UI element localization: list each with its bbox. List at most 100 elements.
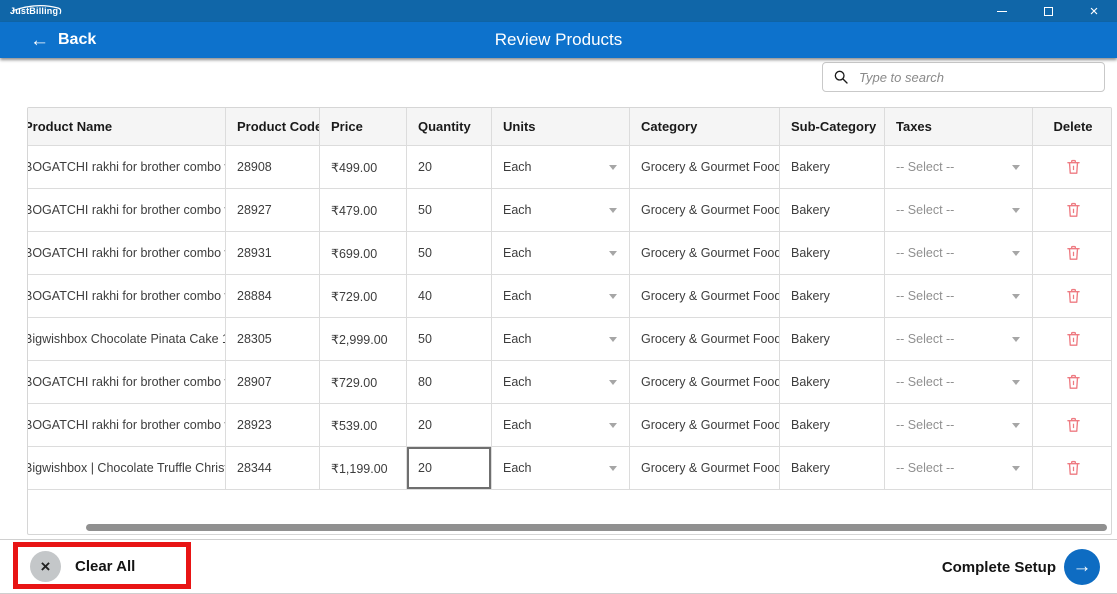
taxes-dropdown[interactable]: -- Select -- bbox=[885, 275, 1033, 317]
chevron-down-icon bbox=[1012, 380, 1020, 385]
price-cell[interactable]: ₹729.00 bbox=[320, 361, 407, 403]
delete-button[interactable] bbox=[1033, 146, 1112, 188]
minimize-button[interactable] bbox=[979, 0, 1025, 22]
titlebar: JustBilling × bbox=[0, 0, 1117, 22]
delete-button[interactable] bbox=[1033, 275, 1112, 317]
quantity-cell[interactable]: 80 bbox=[407, 361, 492, 403]
product-code-cell[interactable]: 28931 bbox=[226, 232, 320, 274]
product-code-cell[interactable]: 28923 bbox=[226, 404, 320, 446]
column-header-product-name: Product Name bbox=[28, 108, 226, 145]
close-button[interactable]: × bbox=[1071, 0, 1117, 22]
quantity-cell[interactable]: 50 bbox=[407, 318, 492, 360]
delete-button[interactable] bbox=[1033, 447, 1112, 489]
page-header: ← Back Review Products bbox=[0, 22, 1117, 58]
delete-button[interactable] bbox=[1033, 318, 1112, 360]
product-name-cell[interactable]: Bigwishbox | Chocolate Truffle Christm..… bbox=[28, 447, 226, 489]
table-row: BOGATCHI rakhi for brother combo wi... 2… bbox=[28, 232, 1112, 275]
quantity-cell[interactable]: 50 bbox=[407, 189, 492, 231]
units-dropdown[interactable]: Each bbox=[492, 404, 630, 446]
taxes-dropdown[interactable]: -- Select -- bbox=[885, 146, 1033, 188]
quantity-cell[interactable]: 20 bbox=[407, 404, 492, 446]
taxes-dropdown[interactable]: -- Select -- bbox=[885, 361, 1033, 403]
taxes-dropdown[interactable]: -- Select -- bbox=[885, 232, 1033, 274]
delete-button[interactable] bbox=[1033, 361, 1112, 403]
footer-bar: × Clear All Complete Setup → bbox=[0, 539, 1117, 594]
table-header-row: Product Name Product Code Price Quantity… bbox=[28, 108, 1112, 146]
app-window: JustBilling × ← Back Review Products Pro… bbox=[0, 0, 1117, 594]
price-cell[interactable]: ₹699.00 bbox=[320, 232, 407, 274]
price-cell[interactable]: ₹479.00 bbox=[320, 189, 407, 231]
table-row: BOGATCHI rakhi for brother combo wi... 2… bbox=[28, 361, 1112, 404]
units-dropdown[interactable]: Each bbox=[492, 189, 630, 231]
clear-icon-circle: × bbox=[30, 551, 61, 582]
taxes-dropdown[interactable]: -- Select -- bbox=[885, 189, 1033, 231]
product-code-cell[interactable]: 28344 bbox=[226, 447, 320, 489]
product-name-cell[interactable]: BOGATCHI rakhi for brother combo wi... bbox=[28, 189, 226, 231]
column-header-delete: Delete bbox=[1033, 108, 1112, 145]
search-box[interactable] bbox=[822, 62, 1105, 92]
units-dropdown[interactable]: Each bbox=[492, 146, 630, 188]
category-cell: Grocery & Gourmet Foods bbox=[630, 232, 780, 274]
trash-icon bbox=[1066, 202, 1081, 218]
price-cell[interactable]: ₹539.00 bbox=[320, 404, 407, 446]
product-code-cell[interactable]: 28927 bbox=[226, 189, 320, 231]
window-controls: × bbox=[979, 0, 1117, 22]
category-cell: Grocery & Gourmet Foods bbox=[630, 146, 780, 188]
category-cell: Grocery & Gourmet Foods bbox=[630, 189, 780, 231]
logo-swoosh bbox=[8, 2, 66, 18]
product-code-cell[interactable]: 28884 bbox=[226, 275, 320, 317]
chevron-down-icon bbox=[1012, 423, 1020, 428]
table-row: BOGATCHI rakhi for brother combo wi... 2… bbox=[28, 275, 1112, 318]
table-row: BOGATCHI rakhi for brother combo wi... 2… bbox=[28, 189, 1112, 232]
maximize-icon bbox=[1044, 7, 1053, 16]
sub-category-cell: Bakery bbox=[780, 232, 885, 274]
product-code-cell[interactable]: 28305 bbox=[226, 318, 320, 360]
price-cell[interactable]: ₹729.00 bbox=[320, 275, 407, 317]
search-input[interactable] bbox=[859, 70, 1094, 85]
sub-category-cell: Bakery bbox=[780, 275, 885, 317]
delete-button[interactable] bbox=[1033, 189, 1112, 231]
chevron-down-icon bbox=[609, 337, 617, 342]
units-dropdown[interactable]: Each bbox=[492, 232, 630, 274]
quantity-cell[interactable]: 20 bbox=[407, 447, 492, 489]
category-cell: Grocery & Gourmet Foods bbox=[630, 275, 780, 317]
quantity-cell[interactable]: 50 bbox=[407, 232, 492, 274]
column-header-units: Units bbox=[492, 108, 630, 145]
product-code-cell[interactable]: 28907 bbox=[226, 361, 320, 403]
units-dropdown[interactable]: Each bbox=[492, 361, 630, 403]
horizontal-scrollbar[interactable] bbox=[86, 524, 1107, 531]
units-dropdown[interactable]: Each bbox=[492, 318, 630, 360]
delete-button[interactable] bbox=[1033, 404, 1112, 446]
delete-button[interactable] bbox=[1033, 232, 1112, 274]
table-row: Bigwishbox Chocolate Pinata Cake 1 K... … bbox=[28, 318, 1112, 361]
taxes-dropdown[interactable]: -- Select -- bbox=[885, 318, 1033, 360]
table-row: BOGATCHI rakhi for brother combo wi... 2… bbox=[28, 146, 1112, 189]
taxes-dropdown[interactable]: -- Select -- bbox=[885, 404, 1033, 446]
complete-setup-button[interactable]: Complete Setup → bbox=[942, 549, 1100, 585]
trash-icon bbox=[1066, 159, 1081, 175]
quantity-input-focused[interactable]: 20 bbox=[407, 447, 491, 489]
clear-all-button[interactable]: × Clear All bbox=[30, 551, 135, 582]
product-name-cell[interactable]: BOGATCHI rakhi for brother combo wi... bbox=[28, 146, 226, 188]
product-name-cell[interactable]: BOGATCHI rakhi for brother combo wi... bbox=[28, 275, 226, 317]
units-dropdown[interactable]: Each bbox=[492, 447, 630, 489]
trash-icon bbox=[1066, 331, 1081, 347]
price-cell[interactable]: ₹499.00 bbox=[320, 146, 407, 188]
product-name-cell[interactable]: Bigwishbox Chocolate Pinata Cake 1 K... bbox=[28, 318, 226, 360]
quantity-cell[interactable]: 40 bbox=[407, 275, 492, 317]
units-dropdown[interactable]: Each bbox=[492, 275, 630, 317]
product-code-cell[interactable]: 28908 bbox=[226, 146, 320, 188]
maximize-button[interactable] bbox=[1025, 0, 1071, 22]
table-row: Bigwishbox | Chocolate Truffle Christm..… bbox=[28, 447, 1112, 490]
product-name-cell[interactable]: BOGATCHI rakhi for brother combo wi... bbox=[28, 361, 226, 403]
chevron-down-icon bbox=[1012, 251, 1020, 256]
product-name-cell[interactable]: BOGATCHI rakhi for brother combo wi... bbox=[28, 404, 226, 446]
chevron-down-icon bbox=[609, 251, 617, 256]
page-title: Review Products bbox=[0, 22, 1117, 58]
quantity-cell[interactable]: 20 bbox=[407, 146, 492, 188]
price-cell[interactable]: ₹1,199.00 bbox=[320, 447, 407, 489]
taxes-dropdown[interactable]: -- Select -- bbox=[885, 447, 1033, 489]
product-name-cell[interactable]: BOGATCHI rakhi for brother combo wi... bbox=[28, 232, 226, 274]
chevron-down-icon bbox=[609, 380, 617, 385]
price-cell[interactable]: ₹2,999.00 bbox=[320, 318, 407, 360]
